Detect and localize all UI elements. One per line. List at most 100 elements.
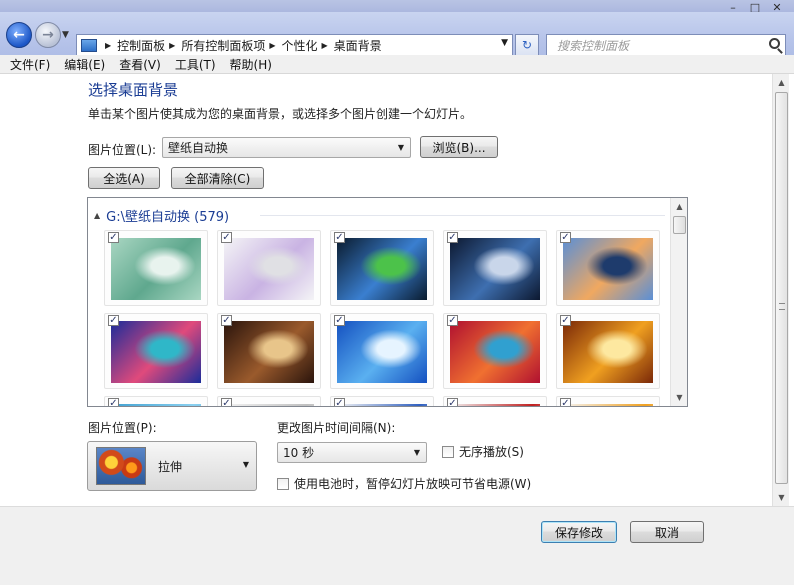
wallpaper-checkbox[interactable]: ✓ — [560, 232, 571, 243]
page-description: 单击某个图片使其成为您的桌面背景，或选择多个图片创建一个幻灯片。 — [88, 107, 473, 121]
wallpaper-image — [224, 321, 314, 383]
breadcrumb-desktop-background[interactable]: 桌面背景 — [334, 37, 382, 54]
wallpaper-checkbox[interactable]: ✓ — [447, 315, 458, 326]
scroll-up-icon[interactable]: ▲ — [773, 74, 790, 91]
clear-all-button[interactable]: 全部清除(C) — [171, 167, 264, 189]
picture-position-value: 拉伸 — [158, 460, 183, 474]
wallpaper-checkbox[interactable]: ✓ — [447, 398, 458, 406]
menu-view[interactable]: 查看(V) — [119, 56, 161, 73]
wallpaper-image — [563, 321, 653, 383]
breadcrumb-separator-icon[interactable]: ▶ — [105, 41, 111, 50]
group-divider — [260, 215, 665, 216]
wallpaper-gallery[interactable]: ▲ G:\壁纸自动换 (579) ✓ ✓ ✓ ✓ ✓ ✓ ✓ ✓ ✓ ✓ ✓ ✓ ✓ ✓ ✓ ▲ ▼ — [87, 197, 688, 407]
interval-select[interactable]: 10 秒 ▼ — [277, 442, 427, 463]
chevron-down-icon: ▼ — [413, 448, 420, 457]
address-bar[interactable]: ▶ 控制面板 ▶ 所有控制面板项 ▶ 个性化 ▶ 桌面背景 ▼ — [76, 34, 513, 56]
refresh-button[interactable]: ↻ — [515, 34, 539, 56]
wallpaper-image — [337, 238, 427, 300]
wallpaper-thumbnail[interactable]: ✓ — [556, 396, 660, 406]
refresh-icon: ↻ — [521, 38, 533, 52]
wallpaper-thumbnail[interactable]: ✓ — [104, 230, 208, 306]
wallpaper-thumbnail[interactable]: ✓ — [556, 313, 660, 389]
wallpaper-thumbnail[interactable]: ✓ — [330, 396, 434, 406]
wallpaper-thumbnail[interactable]: ✓ — [443, 230, 547, 306]
gallery-scrollbar[interactable]: ▲ ▼ — [670, 198, 687, 406]
search-placeholder: 搜索控制面板 — [557, 38, 630, 53]
cancel-button[interactable]: 取消 — [630, 521, 704, 543]
picture-position-label: 图片位置(P): — [88, 421, 157, 435]
wallpaper-thumbnail[interactable]: ✓ — [556, 230, 660, 306]
wallpaper-checkbox[interactable]: ✓ — [560, 315, 571, 326]
wallpaper-image — [337, 321, 427, 383]
gallery-scroll-thumb[interactable] — [673, 216, 686, 234]
menu-help[interactable]: 帮助(H) — [230, 56, 272, 73]
wallpaper-thumbnail[interactable]: ✓ — [330, 230, 434, 306]
group-header[interactable]: ▲ G:\壁纸自动换 (579) — [94, 206, 229, 225]
wallpaper-checkbox[interactable]: ✓ — [560, 398, 571, 406]
wallpaper-checkbox[interactable]: ✓ — [447, 232, 458, 243]
menu-bar: 文件(F) 编辑(E) 查看(V) 工具(T) 帮助(H) — [0, 55, 794, 74]
wallpaper-image — [563, 238, 653, 300]
breadcrumb-control-panel[interactable]: 控制面板 — [117, 37, 165, 54]
picture-position-select[interactable]: 拉伸 ▼ — [87, 441, 257, 491]
back-button[interactable]: ← — [6, 22, 32, 48]
wallpaper-thumbnail[interactable]: ✓ — [104, 313, 208, 389]
shuffle-label[interactable]: 无序播放(S) — [459, 443, 524, 460]
interval-label: 更改图片时间间隔(N): — [277, 421, 396, 435]
wallpaper-checkbox[interactable]: ✓ — [108, 315, 119, 326]
collapse-triangle-icon[interactable]: ▲ — [94, 211, 100, 220]
wallpaper-image — [450, 238, 540, 300]
wallpaper-checkbox[interactable]: ✓ — [108, 398, 119, 406]
wallpaper-thumbnail[interactable]: ✓ — [330, 313, 434, 389]
shuffle-checkbox[interactable] — [442, 446, 454, 458]
wallpaper-image — [563, 404, 653, 406]
picture-location-label: 图片位置(L): — [88, 143, 157, 157]
wallpaper-checkbox[interactable]: ✓ — [334, 232, 345, 243]
wallpaper-image — [111, 404, 201, 406]
scroll-up-icon[interactable]: ▲ — [671, 198, 687, 215]
menu-file[interactable]: 文件(F) — [10, 56, 50, 73]
recent-pages-dropdown[interactable]: ▼ — [62, 30, 69, 40]
wallpaper-thumbnail[interactable]: ✓ — [104, 396, 208, 406]
wallpaper-image — [224, 404, 314, 406]
page-scrollbar[interactable]: ▲ ▼ — [772, 74, 789, 506]
wallpaper-checkbox[interactable]: ✓ — [221, 232, 232, 243]
battery-label[interactable]: 使用电池时，暂停幻灯片放映可节省电源(W) — [294, 475, 531, 492]
forward-button[interactable]: → — [35, 22, 61, 48]
select-all-button[interactable]: 全选(A) — [88, 167, 160, 189]
wallpaper-thumbnail[interactable]: ✓ — [217, 396, 321, 406]
wallpaper-thumbnail[interactable]: ✓ — [217, 230, 321, 306]
wallpaper-image — [111, 238, 201, 300]
navigation-bar: ← → ▼ ▶ 控制面板 ▶ 所有控制面板项 ▶ 个性化 ▶ 桌面背景 ▼ ↻ … — [0, 12, 794, 58]
wallpaper-checkbox[interactable]: ✓ — [334, 315, 345, 326]
search-icon[interactable] — [769, 38, 780, 49]
menu-edit[interactable]: 编辑(E) — [64, 56, 105, 73]
menu-tools[interactable]: 工具(T) — [175, 56, 216, 73]
wallpaper-image — [337, 404, 427, 406]
wallpaper-image — [450, 321, 540, 383]
save-changes-button[interactable]: 保存修改 — [541, 521, 617, 543]
wallpaper-checkbox[interactable]: ✓ — [334, 398, 345, 406]
breadcrumb-personalization[interactable]: 个性化 — [282, 37, 318, 54]
wallpaper-checkbox[interactable]: ✓ — [221, 315, 232, 326]
breadcrumb-all-items[interactable]: 所有控制面板项 — [181, 37, 265, 54]
address-history-dropdown[interactable]: ▼ — [501, 38, 508, 48]
interval-value: 10 秒 — [283, 446, 315, 460]
wallpaper-checkbox[interactable]: ✓ — [221, 398, 232, 406]
chevron-down-icon: ▼ — [242, 460, 249, 469]
picture-location-select[interactable]: 壁纸自动换 ▼ — [162, 137, 411, 158]
scroll-down-icon[interactable]: ▼ — [773, 489, 790, 506]
wallpaper-checkbox[interactable]: ✓ — [108, 232, 119, 243]
browse-button[interactable]: 浏览(B)... — [420, 136, 498, 158]
wallpaper-thumbnail[interactable]: ✓ — [217, 313, 321, 389]
page-scroll-thumb[interactable] — [775, 92, 788, 484]
wallpaper-thumbnail[interactable]: ✓ — [443, 396, 547, 406]
search-input[interactable]: 搜索控制面板 — [546, 34, 786, 56]
scroll-down-icon[interactable]: ▼ — [671, 389, 687, 406]
breadcrumb-separator-icon[interactable]: ▶ — [322, 41, 328, 50]
breadcrumb-separator-icon[interactable]: ▶ — [269, 41, 275, 50]
wallpaper-thumbnail[interactable]: ✓ — [443, 313, 547, 389]
breadcrumb-separator-icon[interactable]: ▶ — [169, 41, 175, 50]
battery-checkbox[interactable] — [277, 478, 289, 490]
arrow-right-icon: → — [42, 27, 54, 43]
